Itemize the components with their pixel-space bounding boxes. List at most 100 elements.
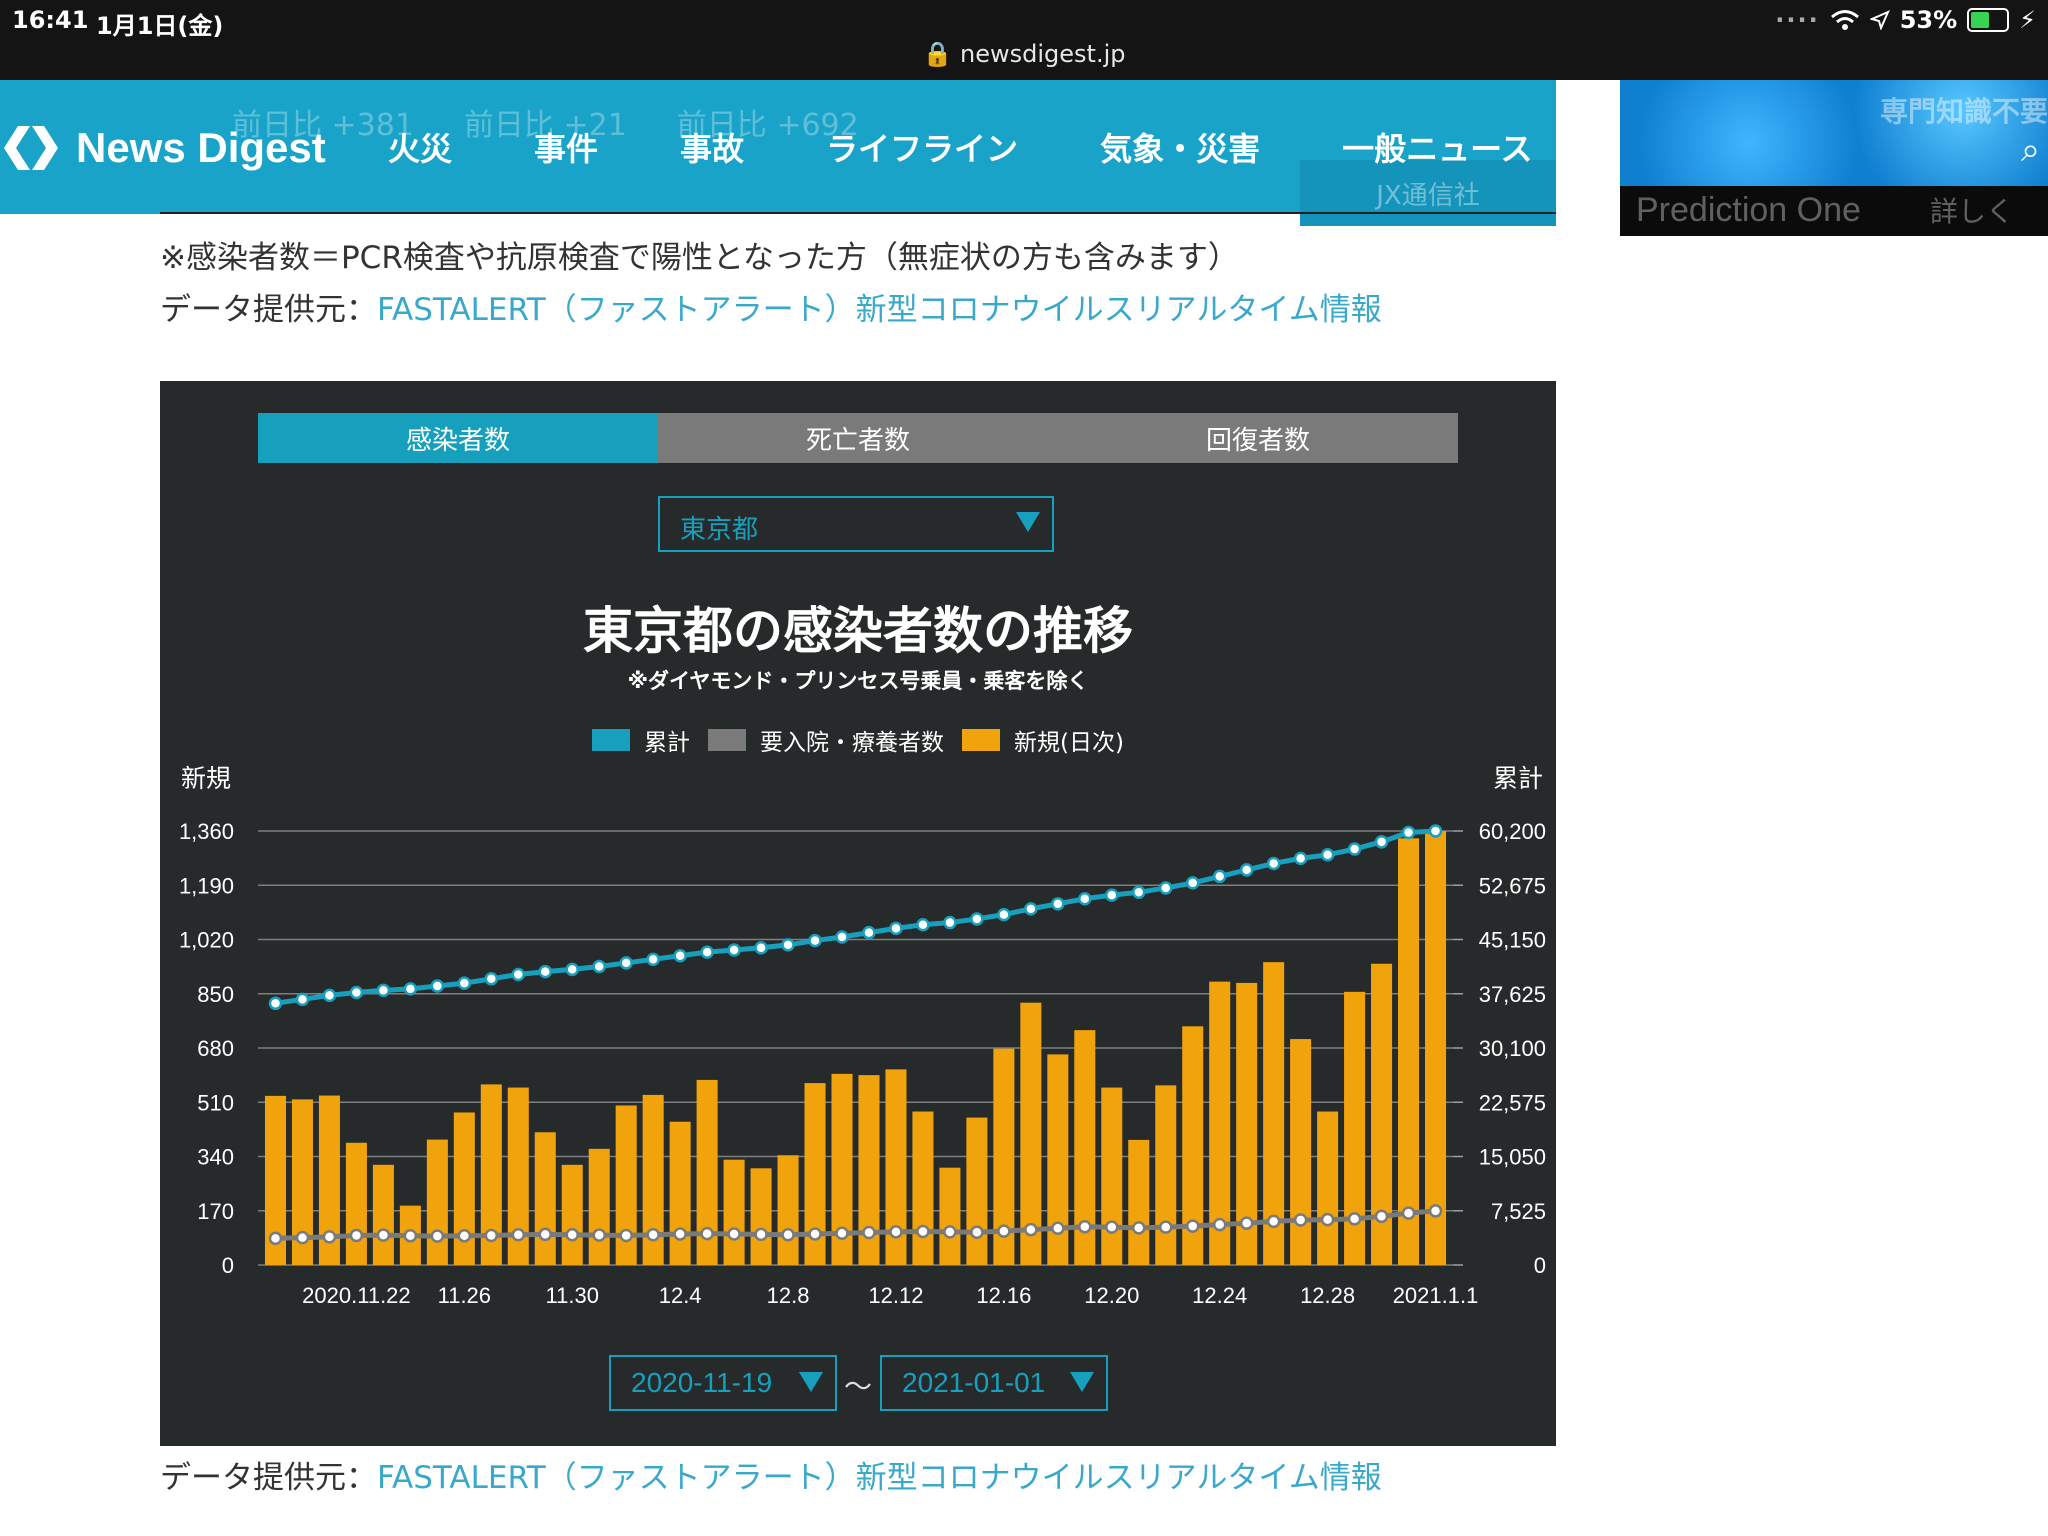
y-left-tick-label: 1,360 — [179, 819, 234, 844]
cumulative-point — [484, 972, 499, 986]
bar-new-cases — [1101, 1087, 1123, 1265]
hospitalized-point — [997, 1224, 1011, 1238]
y-right-tick-label: 30,100 — [1479, 1036, 1546, 1061]
hospitalized-point — [268, 1231, 283, 1246]
battery-percent: 53% — [1899, 6, 1958, 34]
chart: 新規 累計 0 0 170 7,525 340 15,050 510 22,575 680 30,10… — [179, 764, 1546, 1308]
nav-item-lifeline[interactable]: ライフライン — [826, 124, 1018, 170]
source-link[interactable]: FASTALERT（ファストアラート）新型コロナウイルスリアルタイム情報 — [377, 1460, 1382, 1496]
url-bar[interactable]: 🔒 newsdigest.jp — [0, 40, 2048, 68]
hospitalized-point — [1293, 1213, 1308, 1227]
hospitalized-point — [754, 1227, 768, 1242]
cumulative-line — [275, 828, 1436, 1006]
news-digest-logo-icon — [4, 126, 58, 170]
ad-brand: Prediction One — [1636, 191, 1861, 229]
chevron-down-icon — [799, 1372, 823, 1392]
logo-text: News Digest — [76, 124, 326, 171]
bar-new-cases — [939, 1167, 961, 1265]
hospitalized-point — [727, 1227, 741, 1241]
nav-item-accident[interactable]: 事故 — [680, 124, 744, 170]
bar-new-cases — [1398, 838, 1420, 1265]
bar-new-cases — [912, 1111, 934, 1265]
ad-headline: 専門知識不要 — [1880, 95, 2048, 128]
cumulative-point — [1105, 888, 1119, 902]
hospitalized-point — [1158, 1220, 1173, 1234]
charging-icon: ⚡ — [2019, 6, 2036, 34]
hospitalized-point — [457, 1229, 472, 1243]
cumulative-point — [700, 945, 714, 959]
x-tick-label: 12.8 — [767, 1283, 810, 1308]
cumulative-point — [1132, 885, 1146, 900]
lock-icon: 🔒 — [922, 40, 953, 68]
status-bar: 16:41 1月1日(金) ···· 53% ⚡ 🔒 newsdigest.jp — [0, 0, 2048, 80]
nav-item-incident[interactable]: 事件 — [534, 124, 598, 170]
cumulative-point — [1024, 902, 1038, 916]
x-tick-label: 12.24 — [1192, 1283, 1247, 1308]
hospitalized-point — [916, 1224, 930, 1239]
bar-new-cases — [966, 1117, 988, 1265]
hospitalized-point — [619, 1228, 633, 1243]
x-tick-label: 2020.11.22 — [302, 1283, 410, 1308]
source-prefix: データ提供元： — [160, 1460, 377, 1496]
bar-new-cases — [1128, 1139, 1150, 1265]
ad-cta[interactable]: 詳しく — [1930, 190, 2014, 230]
hospitalized-point — [1239, 1216, 1254, 1230]
hospitalized-point — [781, 1227, 795, 1242]
y-right-tick-label: 22,575 — [1479, 1090, 1546, 1115]
hospitalized-point — [1078, 1220, 1092, 1234]
cumulative-point — [268, 996, 283, 1011]
cumulative-point — [916, 917, 930, 932]
y-right-tick-label: 7,525 — [1491, 1199, 1546, 1224]
cumulative-point — [673, 948, 687, 963]
y-left-tick-label: 340 — [197, 1145, 234, 1170]
x-tick-label: 2021.1.1 — [1393, 1283, 1479, 1308]
logo[interactable]: News Digest — [0, 118, 326, 178]
cumulative-point — [1051, 897, 1065, 911]
bar-new-cases — [1155, 1085, 1177, 1265]
data-source-bottom: データ提供元：FASTALERT（ファストアラート）新型コロナウイルスリアルタイ… — [160, 1452, 1382, 1497]
nav-item-general-news[interactable]: 一般ニュース — [1342, 124, 1532, 170]
hospitalized-point — [1320, 1212, 1335, 1227]
location-arrow-icon — [1869, 10, 1890, 30]
hospitalized-point — [1428, 1204, 1443, 1218]
cumulative-point — [1266, 856, 1281, 871]
cumulative-point — [1185, 876, 1200, 890]
cumulative-point — [1158, 881, 1173, 895]
cumulative-point — [538, 964, 553, 979]
bar-new-cases — [426, 1139, 448, 1265]
hospitalized-point — [1051, 1221, 1065, 1235]
y-left-tick-label: 0 — [222, 1253, 234, 1278]
cumulative-point — [727, 943, 741, 957]
hospitalized-point — [673, 1227, 687, 1241]
source-link[interactable]: FASTALERT（ファストアラート）新型コロナウイルスリアルタイム情報 — [377, 292, 1382, 328]
source-prefix: データ提供元： — [160, 292, 377, 328]
nav-item-fire[interactable]: 火災 — [388, 124, 452, 170]
hospitalized-point — [430, 1229, 445, 1243]
nav-item-weather-disaster[interactable]: 気象・災害 — [1100, 124, 1260, 170]
hospitalized-point — [646, 1227, 660, 1242]
y-right-tick-label: 15,050 — [1479, 1145, 1546, 1170]
ad-banner[interactable]: 専門知識不要 ⌕ Prediction One 詳しく — [1620, 80, 2048, 236]
hospitalized-point — [1132, 1221, 1146, 1235]
cumulative-point — [349, 985, 364, 1000]
cumulative-point — [376, 983, 391, 998]
hospitalized-point — [1266, 1214, 1281, 1229]
date-to-select[interactable]: 2021-01-01 — [880, 1355, 1108, 1411]
y-left-axis-title: 新規 — [181, 764, 231, 793]
y-left-tick-label: 1,190 — [179, 873, 234, 898]
y-right-tick-label: 0 — [1534, 1253, 1546, 1278]
wifi-icon — [1830, 10, 1859, 30]
hospitalized-point — [484, 1228, 499, 1243]
cumulative-point — [1239, 863, 1254, 877]
date: 1月1日(金) — [96, 12, 224, 40]
cumulative-point — [781, 938, 795, 952]
hospitalized-point — [538, 1227, 553, 1242]
bar-new-cases — [561, 1164, 583, 1265]
y-left-tick-label: 1,020 — [179, 928, 234, 953]
main-nav: 火災 事件 事故 ライフライン 気象・災害 一般ニュース 地域 — [388, 124, 1679, 170]
hospitalized-point — [295, 1230, 310, 1245]
x-tick-label: 11.26 — [438, 1283, 491, 1308]
cumulative-point — [754, 941, 768, 955]
date-from-select[interactable]: 2020-11-19 — [609, 1355, 837, 1411]
search-icon[interactable]: ⌕ — [2021, 130, 2040, 170]
